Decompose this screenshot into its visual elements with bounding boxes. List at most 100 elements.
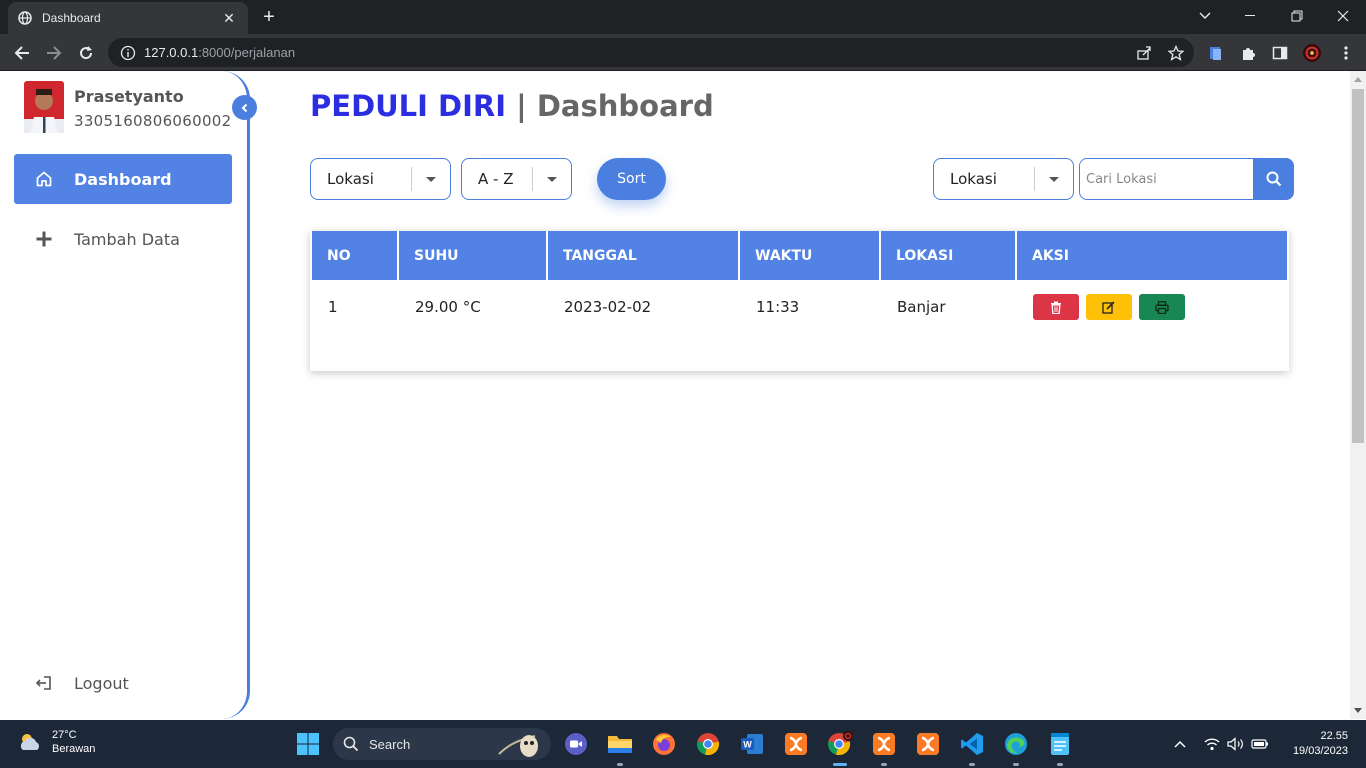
sort-field-select[interactable]: Lokasi xyxy=(310,158,451,200)
scrollbar-thumb[interactable] xyxy=(1352,89,1364,443)
sort-button[interactable]: Sort xyxy=(597,158,666,200)
cloudy-weather-icon xyxy=(20,734,40,750)
logout-link[interactable]: Logout xyxy=(14,658,232,708)
logout-label: Logout xyxy=(74,673,129,693)
chevron-down-icon xyxy=(412,176,450,182)
taskbar-search-label: Search xyxy=(369,736,411,752)
avatar xyxy=(24,81,64,133)
title-separator: | xyxy=(516,89,527,123)
page-scrollbar[interactable] xyxy=(1350,71,1366,719)
windows-taskbar: 27°C Berawan Search W 22.55 19/03/2023 xyxy=(0,720,1366,768)
side-panel-icon[interactable] xyxy=(1270,43,1290,63)
firefox-icon[interactable] xyxy=(650,730,678,758)
back-arrow-icon[interactable] xyxy=(10,41,34,65)
logout-icon xyxy=(34,673,54,693)
site-info-icon[interactable] xyxy=(120,45,136,61)
weather-temperature: 27°C xyxy=(52,729,77,741)
search-input[interactable]: Cari Lokasi xyxy=(1079,158,1255,200)
minimize-button[interactable] xyxy=(1228,0,1274,32)
svg-text:W: W xyxy=(743,740,752,750)
chrome-icon[interactable] xyxy=(694,730,722,758)
globe-icon xyxy=(18,11,32,25)
file-explorer-icon[interactable] xyxy=(606,730,634,766)
vscode-icon[interactable] xyxy=(958,730,986,766)
cell-no: 1 xyxy=(328,298,338,316)
extension-docs-icon[interactable] xyxy=(1206,43,1226,63)
sort-order-value: A - Z xyxy=(478,170,514,188)
word-icon[interactable]: W xyxy=(738,730,766,758)
search-icon xyxy=(1266,171,1281,187)
browser-tab[interactable]: Dashboard ✕ xyxy=(8,2,248,34)
sidebar-item-tambah-data[interactable]: Tambah Data xyxy=(14,214,232,264)
taskbar-clock[interactable]: 22.55 19/03/2023 xyxy=(1280,729,1348,759)
new-tab-button[interactable]: + xyxy=(258,6,280,28)
edit-icon xyxy=(1102,300,1115,314)
xampp-icon-2[interactable] xyxy=(870,730,898,766)
search-field-select[interactable]: Lokasi xyxy=(933,158,1074,200)
cell-suhu: 29.00 °C xyxy=(415,298,481,316)
reload-icon[interactable] xyxy=(74,41,98,65)
table-row: 1 29.00 °C 2023-02-02 11:33 Banjar xyxy=(311,280,1288,334)
delete-button[interactable] xyxy=(1033,294,1079,320)
chrome-active-icon[interactable] xyxy=(826,730,854,766)
owl-illustration-icon xyxy=(498,735,538,757)
url-text: 127.0.0.1:8000/perjalanan xyxy=(144,45,295,60)
page-name: Dashboard xyxy=(536,89,714,123)
sort-field-value: Lokasi xyxy=(327,170,374,188)
browser-toolbar: 127.0.0.1:8000/perjalanan xyxy=(0,34,1366,71)
bookmark-star-icon[interactable] xyxy=(1166,43,1186,63)
edit-button[interactable] xyxy=(1085,294,1132,320)
print-button[interactable] xyxy=(1138,294,1185,320)
menu-kebab-icon[interactable] xyxy=(1336,43,1356,63)
perjalanan-table: NO SUHU TANGGAL WAKTU LOKASI AKSI 1 29.0… xyxy=(310,231,1289,334)
column-header-waktu: WAKTU xyxy=(738,231,881,280)
chevron-up-icon[interactable] xyxy=(1170,734,1190,754)
close-window-button[interactable] xyxy=(1320,0,1366,32)
taskbar-search[interactable]: Search xyxy=(333,728,551,760)
notepad-icon[interactable] xyxy=(1046,730,1074,766)
close-tab-icon[interactable]: ✕ xyxy=(220,10,238,27)
wifi-icon[interactable] xyxy=(1202,734,1222,754)
scroll-down-arrow-icon[interactable] xyxy=(1354,708,1362,713)
cell-lokasi: Banjar xyxy=(897,298,946,316)
search-icon xyxy=(343,736,359,752)
xampp-icon[interactable] xyxy=(782,730,810,758)
meet-camera-icon[interactable] xyxy=(562,730,590,758)
sidebar-item-dashboard[interactable]: Dashboard xyxy=(14,154,232,204)
user-nik: 3305160806060002 xyxy=(74,112,232,130)
url-host: 127.0.0.1 xyxy=(144,45,199,60)
windows-start-icon[interactable] xyxy=(294,730,322,758)
scroll-up-arrow-icon[interactable] xyxy=(1354,77,1362,82)
clock-time: 22.55 xyxy=(1320,730,1348,742)
column-header-suhu: SUHU xyxy=(397,231,548,280)
column-header-lokasi: LOKASI xyxy=(879,231,1017,280)
trash-icon xyxy=(1051,301,1061,314)
cell-aksi xyxy=(1016,280,1288,334)
xampp-icon-3[interactable] xyxy=(914,730,942,758)
restore-button[interactable] xyxy=(1274,0,1320,32)
chevron-down-icon xyxy=(533,176,571,182)
tab-search-button[interactable] xyxy=(1182,0,1228,32)
url-path: :8000/perjalanan xyxy=(198,45,296,60)
sidebar: Prasetyanto 3305160806060002 Dashboard T… xyxy=(0,71,257,719)
extensions-puzzle-icon[interactable] xyxy=(1238,43,1258,63)
page-content: Prasetyanto 3305160806060002 Dashboard T… xyxy=(0,71,1350,719)
search-field-value: Lokasi xyxy=(950,170,997,188)
address-bar[interactable]: 127.0.0.1:8000/perjalanan xyxy=(108,38,1194,67)
user-name: Prasetyanto xyxy=(74,87,184,106)
edge-icon[interactable] xyxy=(1002,730,1030,766)
browser-tab-strip: Dashboard ✕ + xyxy=(0,0,1366,34)
volume-icon[interactable] xyxy=(1226,734,1246,754)
table-header-row: NO SUHU TANGGAL WAKTU LOKASI AKSI xyxy=(310,231,1289,280)
profile-avatar-icon[interactable] xyxy=(1302,43,1322,63)
sidebar-collapse-button[interactable] xyxy=(232,95,257,120)
search-button[interactable] xyxy=(1253,158,1294,200)
weather-widget[interactable]: 27°C Berawan xyxy=(16,728,95,756)
cell-tanggal: 2023-02-02 xyxy=(564,298,652,316)
chevron-down-icon xyxy=(1035,176,1073,182)
share-icon[interactable] xyxy=(1134,43,1154,63)
sort-order-select[interactable]: A - Z xyxy=(461,158,572,200)
forward-arrow-icon[interactable] xyxy=(42,41,66,65)
clock-date: 19/03/2023 xyxy=(1292,745,1348,757)
battery-icon[interactable] xyxy=(1250,734,1270,754)
